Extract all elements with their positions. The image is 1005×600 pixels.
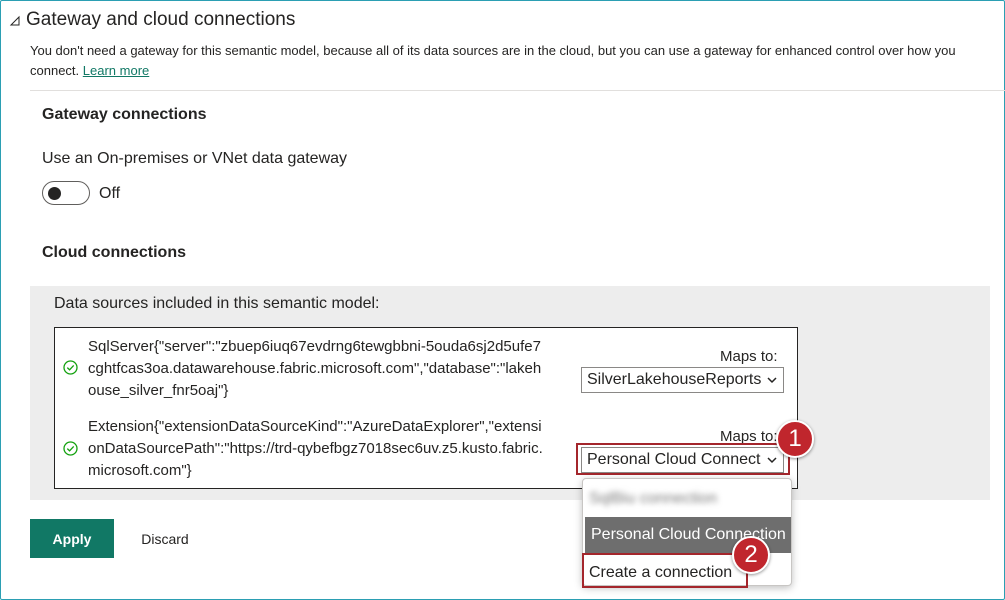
chevron-down-icon (767, 377, 777, 384)
dropdown-option-existing[interactable]: SqlBiu connection (583, 481, 791, 517)
connection-select-1[interactable]: SilverLakehouseReports (581, 367, 784, 393)
step-badge-1: 1 (776, 420, 814, 458)
maps-to-label-1: Maps to: (720, 348, 778, 365)
gateway-toggle-label: Use an On-premises or VNet data gateway (42, 150, 348, 167)
divider (30, 90, 1005, 91)
data-source-2-text: Extension{"extensionDataSourceKind":"Azu… (88, 418, 543, 479)
section-title: Gateway and cloud connections (26, 9, 296, 30)
gateway-toggle[interactable] (42, 181, 90, 205)
toggle-knob (48, 187, 61, 200)
description-text: You don't need a gateway for this semant… (30, 43, 956, 78)
collapse-triangle-icon[interactable] (8, 14, 22, 28)
gateway-heading: Gateway connections (42, 106, 207, 123)
callout-highlight-create (582, 553, 748, 588)
section-header[interactable]: Gateway and cloud connections (8, 9, 295, 31)
data-source-1-text: SqlServer{"server":"zbuep6iuq67evdrng6te… (88, 338, 542, 399)
toggle-state-text: Off (99, 185, 121, 202)
connection-select-1-value: SilverLakehouseReports (587, 371, 762, 388)
apply-button[interactable]: Apply (30, 519, 114, 558)
learn-more-link[interactable]: Learn more (83, 63, 149, 78)
section-description: You don't need a gateway for this semant… (30, 41, 995, 81)
callout-highlight-select (576, 443, 790, 475)
data-sources-label: Data sources included in this semantic m… (54, 295, 380, 312)
discard-button[interactable]: Discard (130, 519, 200, 558)
cloud-heading: Cloud connections (42, 244, 186, 261)
step-badge-2: 2 (732, 536, 770, 574)
check-circle-icon (63, 360, 78, 375)
check-circle-icon (63, 441, 78, 456)
